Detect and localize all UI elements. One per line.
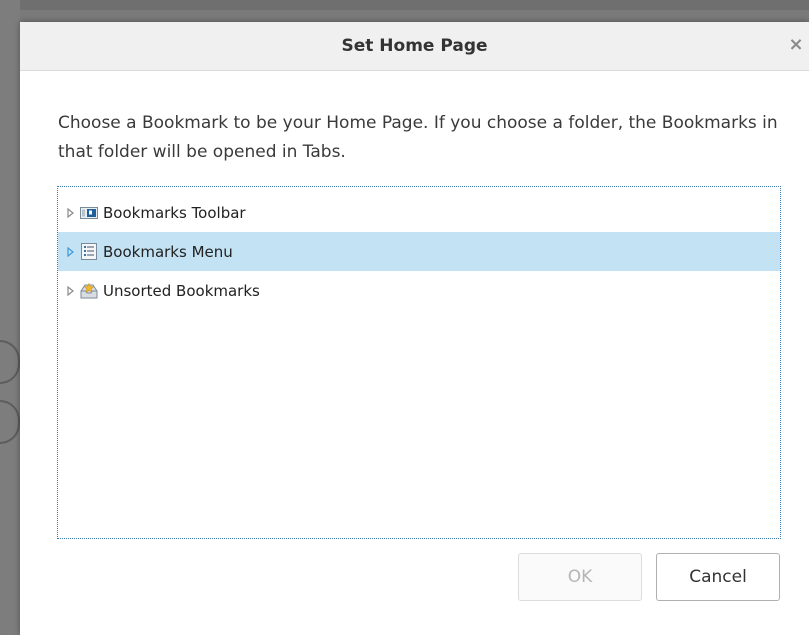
close-icon: × xyxy=(788,34,804,55)
tree-item-bookmarks-menu[interactable]: Bookmarks Menu xyxy=(58,232,780,271)
tree-item-label: Bookmarks Toolbar xyxy=(103,203,246,222)
backdrop-content-edge xyxy=(0,0,20,635)
dialog-titlebar: Set Home Page × xyxy=(20,22,809,71)
tree-item-label: Bookmarks Menu xyxy=(103,242,233,261)
expand-arrow-icon[interactable] xyxy=(64,246,78,257)
expand-arrow-icon[interactable] xyxy=(64,207,78,218)
bookmarks-toolbar-icon xyxy=(80,204,98,222)
set-home-page-dialog: Set Home Page × Choose a Bookmark to be … xyxy=(20,22,809,635)
ok-button[interactable]: OK xyxy=(518,553,642,601)
expand-arrow-icon[interactable] xyxy=(64,285,78,296)
backdrop-topbar xyxy=(0,0,809,10)
tree-item-bookmarks-toolbar[interactable]: Bookmarks Toolbar xyxy=(58,193,780,232)
cancel-button[interactable]: Cancel xyxy=(656,553,780,601)
tree-item-unsorted-bookmarks[interactable]: Unsorted Bookmarks xyxy=(58,271,780,310)
bookmarks-tree[interactable]: Bookmarks Toolbar Bookmarks Menu Unsorte… xyxy=(57,186,781,539)
tree-item-label: Unsorted Bookmarks xyxy=(103,281,260,300)
dialog-description: Choose a Bookmark to be your Home Page. … xyxy=(58,113,778,162)
bookmarks-menu-icon xyxy=(80,243,98,261)
close-button[interactable]: × xyxy=(787,34,805,56)
unsorted-bookmarks-icon xyxy=(80,282,98,300)
dialog-title: Set Home Page xyxy=(341,36,488,56)
